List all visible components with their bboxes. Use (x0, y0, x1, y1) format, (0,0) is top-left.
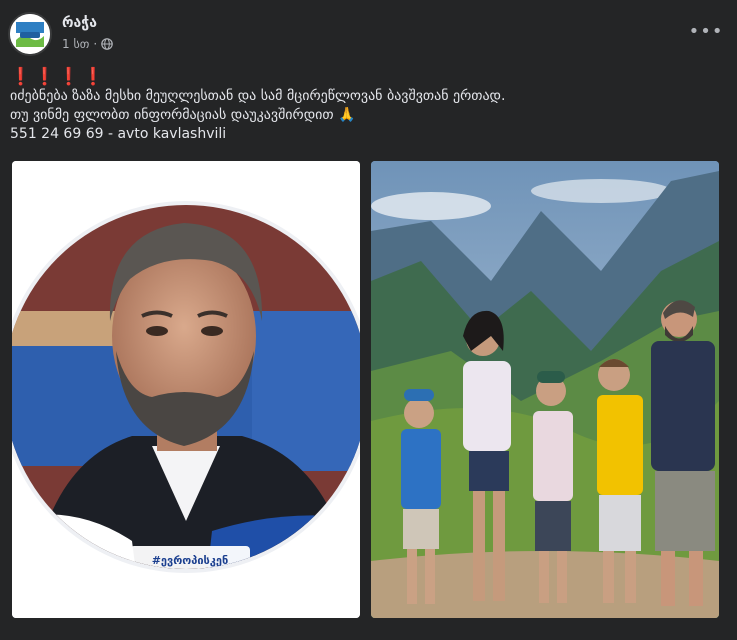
pray-emoji: 🙏 (338, 107, 356, 123)
page-avatar[interactable] (8, 12, 52, 56)
post-line-2-wrap: თუ ვინმე ფლობთ ინფორმაციას დაუკავშირდით … (10, 106, 730, 125)
page-logo (10, 14, 50, 54)
globe-icon[interactable] (101, 38, 113, 50)
photo-family-mountains[interactable] (371, 161, 719, 618)
more-options-button[interactable]: ••• (688, 16, 724, 46)
post-header: რაჭა 1 სთ · ••• (8, 10, 729, 56)
hashtag-label: #ევროპისკენ (152, 554, 229, 567)
photo-grid: #ევროპისკენ (12, 161, 719, 618)
post-line-3: 551 24 69 69 - avto kavlashvili (10, 126, 227, 142)
post-meta: 1 სთ · (62, 37, 113, 51)
meta-separator: · (93, 37, 98, 51)
page-name[interactable]: რაჭა (62, 15, 97, 31)
post-line-1: იძებნება ზაზა მესხი მეუღლესთან და სამ მც… (10, 88, 506, 104)
more-horizontal-icon: ••• (688, 20, 724, 42)
post-text: ❗❗❗❗ იძებნება ზაზა მესხი მეუღლესთან და ს… (10, 68, 730, 144)
post-timestamp[interactable]: 1 სთ (62, 37, 89, 51)
post-line-2: თუ ვინმე ფლობთ ინფორმაციას დაუკავშირდით (10, 107, 339, 123)
photo-man-portrait[interactable]: #ევროპისკენ (12, 161, 360, 618)
feed-post: რაჭა 1 სთ · ••• ❗❗❗❗ იძებნება ზაზა მესხი… (0, 0, 737, 640)
exclamation-marks: ❗❗❗❗ (10, 67, 107, 87)
